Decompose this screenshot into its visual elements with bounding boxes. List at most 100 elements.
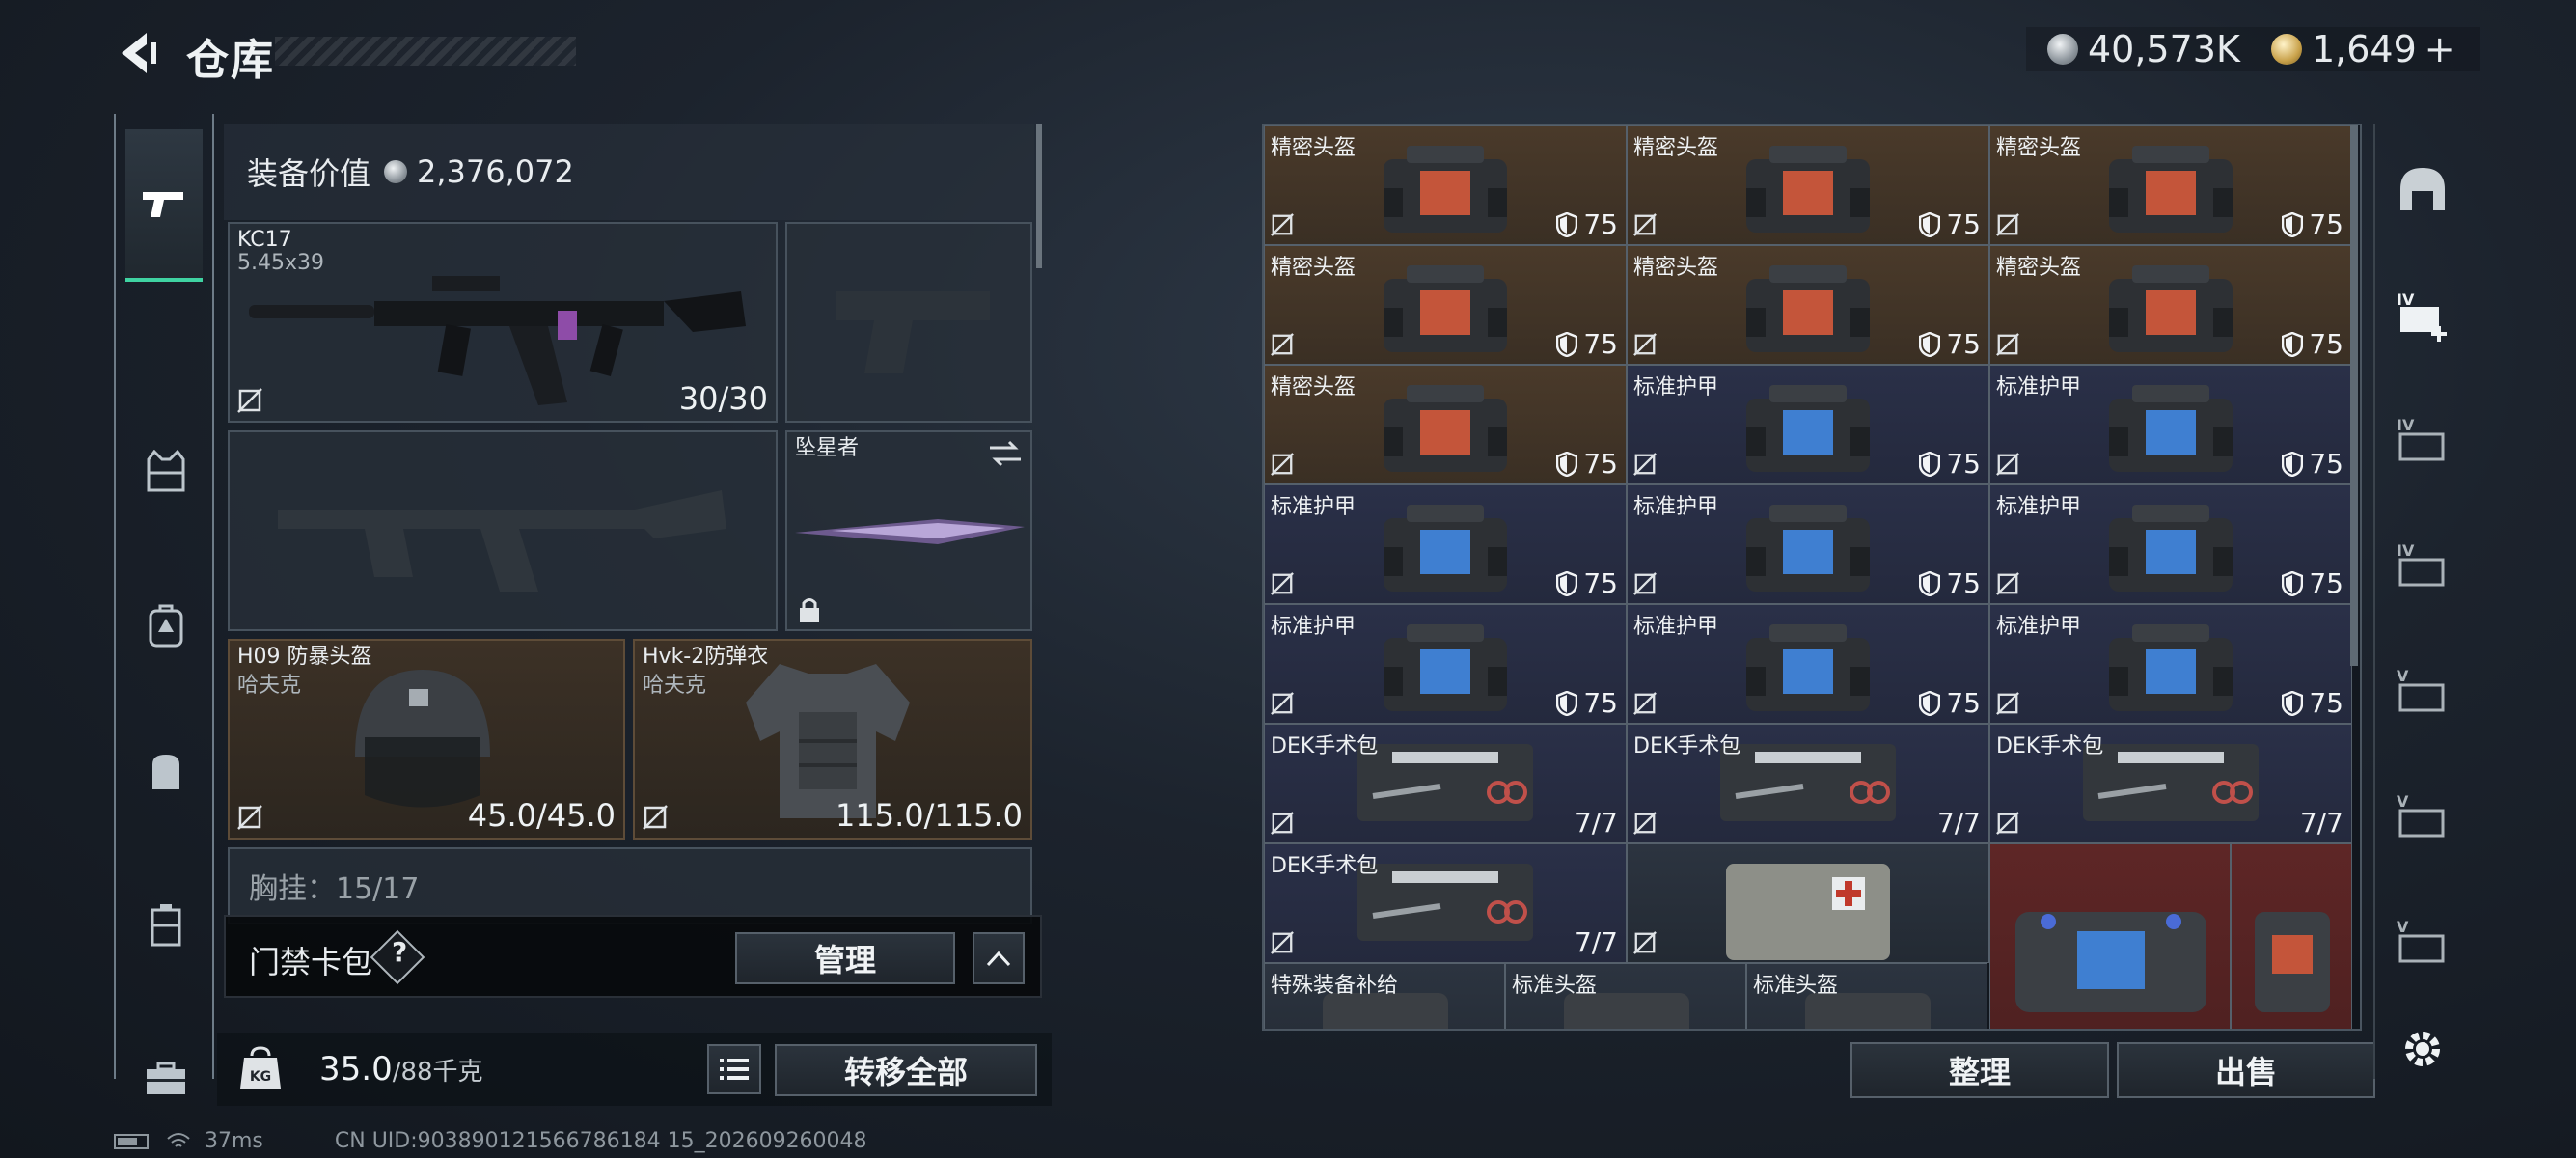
helmet-icon[interactable] xyxy=(2395,162,2451,218)
item-value-text: 75 xyxy=(2309,328,2343,360)
back-arrow-icon[interactable] xyxy=(114,29,162,77)
container-rail: IV IV IV V V V xyxy=(2373,124,2462,1079)
armor-brand: 哈夫克 xyxy=(643,674,707,698)
inventory-item[interactable]: DEK手术包 7/7 xyxy=(1264,843,1627,963)
item-value: 75 xyxy=(2282,567,2343,599)
inventory-item[interactable]: 标准头盔 xyxy=(1505,963,1746,1029)
armor-slot[interactable]: Hvk-2防弹衣 哈夫克 115.0/115.0 xyxy=(633,639,1032,840)
add-gold-button[interactable]: + xyxy=(2425,28,2455,70)
no-sell-icon xyxy=(1633,333,1657,356)
kg-label: KG xyxy=(250,1069,271,1085)
inventory-item[interactable]: DEK手术包 7/7 xyxy=(1627,724,1989,843)
armor-shield-icon xyxy=(1919,211,1941,237)
inventory-item[interactable]: 精密头盔 75 xyxy=(1627,125,1989,245)
inventory-item[interactable]: 精密头盔 75 xyxy=(1264,125,1627,245)
helmet-brand: 哈夫克 xyxy=(237,674,302,698)
inventory-item[interactable]: 标准护甲 75 xyxy=(1989,365,2352,484)
category-sidebar xyxy=(114,114,214,1094)
svg-text:IV: IV xyxy=(2397,290,2415,309)
case-iv-icon-2[interactable]: IV xyxy=(2395,538,2451,594)
item-value: 75 xyxy=(1919,567,1981,599)
chevron-up-icon xyxy=(986,951,1011,967)
inventory-item[interactable]: 标准护甲 75 xyxy=(1627,604,1989,724)
no-sell-icon xyxy=(1996,333,2019,356)
advanced-armor-image xyxy=(2015,912,2206,1012)
swap-icon[interactable] xyxy=(986,440,1025,467)
inventory-item[interactable]: 精密头盔 75 xyxy=(1264,245,1627,365)
inventory-item[interactable]: 精密头盔 75 xyxy=(1264,365,1627,484)
case-v-icon-3[interactable]: V xyxy=(2395,915,2451,971)
inventory-item[interactable]: 精密头盔 75 xyxy=(1989,125,2352,245)
lock-icon xyxy=(800,598,819,622)
help-icon[interactable]: ? xyxy=(392,936,407,968)
no-sell-icon xyxy=(237,805,262,830)
stash-scrollbar[interactable] xyxy=(2350,125,2358,666)
standard-armor-case-image xyxy=(1746,385,1870,472)
settings-gear-icon[interactable] xyxy=(2395,1021,2451,1077)
secondary-weapon-slot[interactable] xyxy=(228,430,778,631)
case-v-icon[interactable]: V xyxy=(2395,664,2451,720)
manage-button[interactable]: 管理 xyxy=(735,932,955,984)
item-name: 标准护甲 xyxy=(1996,495,2082,519)
transfer-all-button[interactable]: 转移全部 xyxy=(775,1044,1037,1096)
sidearm-slot[interactable] xyxy=(785,222,1032,423)
sidebar-item-vest[interactable] xyxy=(127,432,205,510)
add-case-icon[interactable]: IV xyxy=(2395,288,2451,344)
item-name: 特殊装备补给 xyxy=(1271,974,1399,998)
case-icon xyxy=(151,904,181,947)
item-value: 75 xyxy=(1556,567,1618,599)
sidebar-item-backpack[interactable] xyxy=(127,587,205,664)
no-sell-icon xyxy=(1633,572,1657,595)
sidebar-item-case[interactable] xyxy=(127,886,205,963)
helmet-slot[interactable]: H09 防暴头盔 哈夫克 45.0/45.0 xyxy=(228,639,625,840)
gold-amount: 1,649 xyxy=(2312,28,2417,70)
list-view-button[interactable] xyxy=(707,1044,761,1094)
armor-shield-icon xyxy=(1556,690,1578,716)
inventory-item[interactable]: DEK手术包 7/7 xyxy=(1264,724,1627,843)
standard-armor-case-image xyxy=(1746,624,1870,711)
weight-bar: KG 35.0/88千克 转移全部 xyxy=(217,1033,1052,1106)
armor-shield-icon xyxy=(1919,451,1941,477)
outdoor-medkit-item[interactable] xyxy=(1627,843,1989,963)
armor-shield-icon xyxy=(1919,331,1941,357)
collapse-button[interactable] xyxy=(973,932,1025,984)
inventory-item[interactable]: 精密头盔 75 xyxy=(1989,245,2352,365)
inventory-item[interactable]: 标准护甲 75 xyxy=(1627,484,1989,604)
item-value: 75 xyxy=(1919,448,1981,480)
no-sell-icon xyxy=(1633,931,1657,954)
case-v-icon-2[interactable]: V xyxy=(2395,789,2451,845)
case-iv-icon[interactable]: IV xyxy=(2395,413,2451,469)
inventory-item[interactable]: 标准护甲 75 xyxy=(1627,365,1989,484)
standard-helmet-image xyxy=(2255,912,2330,1012)
inventory-item[interactable]: DEK手术包 7/7 xyxy=(1989,724,2352,843)
inventory-item[interactable]: 标准护甲 75 xyxy=(1989,484,2352,604)
standard-helmet-item[interactable] xyxy=(2231,843,2352,1029)
sidebar-item-bag[interactable] xyxy=(127,731,205,809)
keycard-label: 门禁卡包 xyxy=(249,944,373,980)
ammo-count: 30/30 xyxy=(678,380,768,417)
advanced-armor-item[interactable] xyxy=(1989,843,2231,1029)
no-sell-icon xyxy=(1633,692,1657,715)
equipment-value-row: 装备价值 2,376,072 xyxy=(224,124,1034,220)
inventory-item[interactable]: 精密头盔 75 xyxy=(1627,245,1989,365)
sidebar-item-weapons[interactable] xyxy=(125,129,203,282)
chest-rig-row[interactable]: 胸挂：15/17 xyxy=(228,847,1032,924)
sidebar-item-toolbox[interactable] xyxy=(127,1040,205,1117)
inventory-item[interactable]: 特殊装备补给 xyxy=(1264,963,1505,1029)
sort-button[interactable]: 整理 xyxy=(1850,1042,2109,1098)
inventory-item[interactable]: 标准头盔 xyxy=(1746,963,1987,1029)
inventory-item[interactable]: 标准护甲 75 xyxy=(1989,604,2352,724)
primary-weapon-slot[interactable]: KC17 5.45x39 30/30 xyxy=(228,222,778,423)
gold-currency[interactable]: 1,649 + xyxy=(2271,27,2455,71)
item-value-text: 75 xyxy=(1946,328,1981,360)
loadout-scrollbar[interactable] xyxy=(1036,124,1042,268)
armor-shield-icon xyxy=(1919,570,1941,596)
inventory-item[interactable]: 标准护甲 75 xyxy=(1264,604,1627,724)
rifle-image xyxy=(249,276,746,405)
inventory-item[interactable]: 标准护甲 75 xyxy=(1264,484,1627,604)
rifle-placeholder-icon xyxy=(278,490,726,592)
item-name: 精密头盔 xyxy=(1271,136,1357,160)
sell-button[interactable]: 出售 xyxy=(2117,1042,2375,1098)
chest-rig-label: 胸挂：15/17 xyxy=(249,872,420,906)
melee-slot[interactable]: 坠星者 xyxy=(785,430,1032,631)
